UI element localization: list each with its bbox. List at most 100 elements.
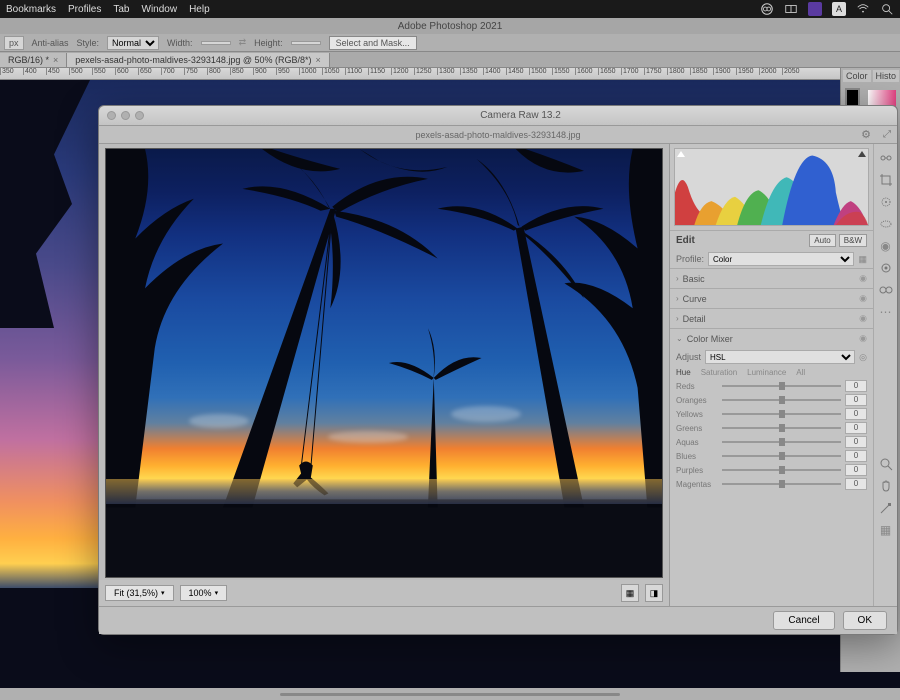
more-icon[interactable]: ⋯ <box>878 304 894 320</box>
slider-thumb[interactable] <box>779 410 785 418</box>
menu-tab[interactable]: Tab <box>113 4 129 15</box>
slider-track[interactable] <box>722 455 841 457</box>
slider-thumb[interactable] <box>779 438 785 446</box>
eye-icon[interactable]: ◉ <box>859 313 867 324</box>
edit-tool-icon[interactable] <box>878 150 894 166</box>
profile-browser-icon[interactable]: ▦ <box>858 254 867 265</box>
menu-window[interactable]: Window <box>142 4 178 15</box>
zoom-100-button[interactable]: 100%▾ <box>180 585 228 601</box>
grid-view-icon[interactable]: ▦ <box>621 584 639 602</box>
slider-value[interactable]: 0 <box>845 394 867 406</box>
grid-tool-icon[interactable]: ▦ <box>878 522 894 538</box>
eye-icon[interactable]: ◉ <box>859 333 867 344</box>
height-field[interactable] <box>291 41 321 45</box>
hue-tab[interactable]: Hue <box>676 368 691 377</box>
zoom-tool-icon[interactable] <box>878 456 894 472</box>
eye-icon[interactable]: ◉ <box>859 293 867 304</box>
color-panel-tab[interactable]: Color <box>843 70 871 82</box>
ok-button[interactable]: OK <box>843 611 887 630</box>
slider-thumb[interactable] <box>779 480 785 488</box>
histogram-panel-tab[interactable]: Histo <box>873 70 900 82</box>
slider-track[interactable] <box>722 427 841 429</box>
wifi-icon[interactable] <box>856 2 870 16</box>
swap-icon[interactable]: ⇄ <box>239 37 247 48</box>
window-minimize-icon[interactable] <box>121 111 130 120</box>
menu-bookmarks[interactable]: Bookmarks <box>6 4 56 15</box>
target-adjust-icon[interactable]: ◎ <box>859 352 867 363</box>
doc-tab-1[interactable]: RGB/16) *× <box>0 53 67 67</box>
slider-track[interactable] <box>722 413 841 415</box>
cc-icon[interactable] <box>760 2 774 16</box>
window-close-icon[interactable] <box>107 111 116 120</box>
eye-tool-icon[interactable]: ◉ <box>878 238 894 254</box>
color-mixer-section[interactable]: ⌄ Color Mixer ◉ <box>670 328 873 348</box>
gear-icon[interactable]: ⚙ <box>861 128 871 141</box>
slider-thumb[interactable] <box>779 382 785 390</box>
slider-value[interactable]: 0 <box>845 422 867 434</box>
before-after-icon[interactable]: ◨ <box>645 584 663 602</box>
slider-track[interactable] <box>722 399 841 401</box>
shadow-clip-icon[interactable] <box>677 151 685 157</box>
slider-track[interactable] <box>722 441 841 443</box>
select-and-mask-button[interactable]: Select and Mask... <box>329 36 417 50</box>
histogram[interactable] <box>674 148 869 226</box>
slider-value[interactable]: 0 <box>845 450 867 462</box>
dock-indicator <box>0 688 900 700</box>
all-tab[interactable]: All <box>796 368 805 377</box>
highlight-clip-icon[interactable] <box>858 151 866 157</box>
slider-label: Magentas <box>676 480 718 489</box>
bw-button[interactable]: B&W <box>839 234 867 247</box>
curve-section[interactable]: › Curve ◉ <box>670 288 873 308</box>
slider-value[interactable]: 0 <box>845 436 867 448</box>
acr-footer: Cancel OK <box>99 606 897 634</box>
slider-track[interactable] <box>722 483 841 485</box>
menu-profiles[interactable]: Profiles <box>68 4 101 15</box>
auto-button[interactable]: Auto <box>809 234 835 247</box>
ruler-tick: 1800 <box>667 68 690 75</box>
slider-value[interactable]: 0 <box>845 464 867 476</box>
detail-section[interactable]: › Detail ◉ <box>670 308 873 328</box>
slider-thumb[interactable] <box>779 424 785 432</box>
style-select[interactable]: Normal <box>107 36 159 50</box>
cancel-button[interactable]: Cancel <box>773 611 834 630</box>
redeye-tool-icon[interactable] <box>878 260 894 276</box>
adjust-select[interactable]: HSL <box>705 350 855 364</box>
luminance-tab[interactable]: Luminance <box>747 368 786 377</box>
eye-icon[interactable]: ◉ <box>859 273 867 284</box>
a-square-icon[interactable]: A <box>832 2 846 16</box>
slider-value[interactable]: 0 <box>845 408 867 420</box>
unit-field[interactable]: px <box>4 36 24 50</box>
spotlight-icon[interactable] <box>880 2 894 16</box>
slider-label: Yellows <box>676 410 718 419</box>
app-square-icon[interactable] <box>808 2 822 16</box>
crop-tool-icon[interactable] <box>878 172 894 188</box>
heal-tool-icon[interactable] <box>878 194 894 210</box>
slider-track[interactable] <box>722 469 841 471</box>
zoom-fit-button[interactable]: Fit (31,5%)▾ <box>105 585 174 601</box>
window-zoom-icon[interactable] <box>135 111 144 120</box>
hsl-tabs: Hue Saturation Luminance All <box>670 366 873 379</box>
doc-tab-2[interactable]: pexels-asad-photo-maldives-3293148.jpg @… <box>67 53 330 67</box>
menu-help[interactable]: Help <box>189 4 210 15</box>
profile-select[interactable]: Color <box>708 252 854 266</box>
mask-tool-icon[interactable] <box>878 216 894 232</box>
slider-track[interactable] <box>722 385 841 387</box>
slider-thumb[interactable] <box>779 452 785 460</box>
acr-image[interactable] <box>105 148 663 578</box>
slider-thumb[interactable] <box>779 466 785 474</box>
width-field[interactable] <box>201 41 231 45</box>
hand-tool-icon[interactable] <box>878 478 894 494</box>
slider-value[interactable]: 0 <box>845 478 867 490</box>
presets-icon[interactable] <box>878 282 894 298</box>
style-label: Style: <box>77 38 100 48</box>
slider-value[interactable]: 0 <box>845 380 867 392</box>
close-icon[interactable]: × <box>316 55 321 65</box>
slider-thumb[interactable] <box>779 396 785 404</box>
screens-icon[interactable] <box>784 2 798 16</box>
basic-section[interactable]: › Basic ◉ <box>670 268 873 288</box>
saturation-tab[interactable]: Saturation <box>701 368 737 377</box>
sampler-tool-icon[interactable] <box>878 500 894 516</box>
macos-menu-bar: Bookmarks Profiles Tab Window Help A <box>0 0 900 18</box>
close-icon[interactable]: × <box>53 55 58 65</box>
fullscreen-icon[interactable]: ⤢ <box>883 129 891 140</box>
